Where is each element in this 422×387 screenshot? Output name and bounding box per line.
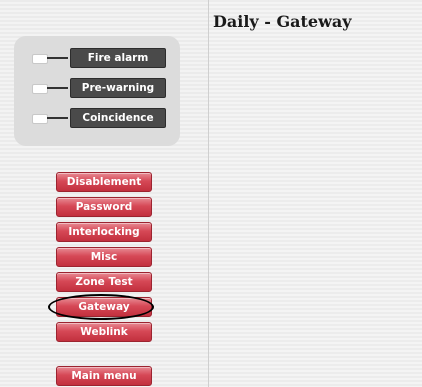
- status-row-fire-alarm: Fire alarm: [14, 48, 180, 68]
- status-panel: Fire alarm Pre-warning Coincidence: [14, 36, 180, 146]
- connector-line: [47, 117, 68, 119]
- connector-line: [47, 57, 68, 59]
- sidebar: Fire alarm Pre-warning Coincidence Disab…: [0, 0, 208, 387]
- coincidence-indicator: Coincidence: [70, 108, 166, 128]
- main-content: Daily - Gateway: [208, 0, 422, 387]
- fire-alarm-led-icon: [32, 54, 48, 64]
- gateway-button[interactable]: Gateway: [56, 297, 152, 317]
- status-row-pre-warning: Pre-warning: [14, 78, 180, 98]
- interlocking-button[interactable]: Interlocking: [56, 222, 152, 242]
- status-row-coincidence: Coincidence: [14, 108, 180, 128]
- misc-button[interactable]: Misc: [56, 247, 152, 267]
- weblink-button[interactable]: Weblink: [56, 322, 152, 342]
- pre-warning-led-icon: [32, 84, 48, 94]
- disablement-button[interactable]: Disablement: [56, 172, 152, 192]
- page-title: Daily - Gateway: [213, 12, 352, 31]
- zone-test-button[interactable]: Zone Test: [56, 272, 152, 292]
- pre-warning-indicator: Pre-warning: [70, 78, 166, 98]
- coincidence-led-icon: [32, 114, 48, 124]
- fire-alarm-indicator: Fire alarm: [70, 48, 166, 68]
- password-button[interactable]: Password: [56, 197, 152, 217]
- connector-line: [47, 87, 68, 89]
- main-menu-button[interactable]: Main menu: [56, 366, 152, 386]
